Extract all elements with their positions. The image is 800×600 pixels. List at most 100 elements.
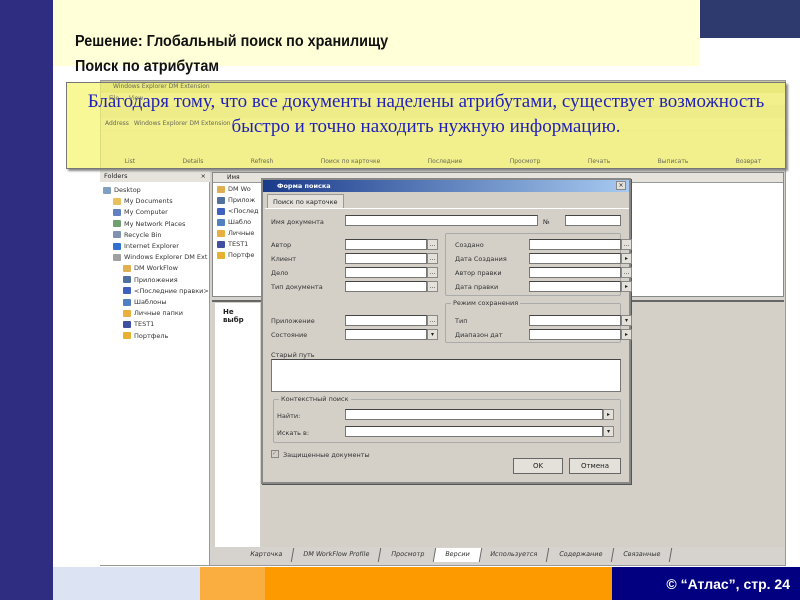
tree-item-label: <Последние правки> [134,286,209,295]
right-field-0-input[interactable] [529,239,621,250]
tree-item[interactable]: Desktop [103,186,141,194]
tab-3[interactable]: Версии [433,548,482,562]
list-item[interactable]: Прилож [217,196,255,204]
tree-item[interactable]: DM WorkFlow [123,264,178,272]
tree-item[interactable]: Recycle Bin [113,231,161,239]
left-field-1-input[interactable] [345,253,427,264]
arrow-right-icon[interactable]: ▸ [603,409,614,420]
protected-checkbox[interactable]: ✓ [271,450,279,458]
cancel-button[interactable]: Отмена [569,458,621,474]
context-search-label: Контекстный поиск [279,395,351,403]
ellipsis-icon[interactable]: … [427,253,438,264]
tree-item-label: Личные папки [134,309,184,318]
right-field-1-input[interactable] [529,253,621,264]
toolbar-checkout[interactable]: Выписать [658,158,689,165]
toolbar-view[interactable]: Просмотр [510,158,541,165]
tab-card-search[interactable]: Поиск по карточке [267,194,344,208]
doc-name-input[interactable] [345,215,538,226]
menu-file[interactable]: File [109,95,119,102]
tree-item-label: My Network Places [124,219,186,228]
chevron-down-icon[interactable]: ▾ [427,329,438,340]
chevron-down-icon[interactable]: ▾ [621,315,632,326]
tree-item-label: Recycle Bin [124,230,162,239]
list-item[interactable]: <Послед [217,207,259,215]
search-in-label: Искать в: [277,429,310,437]
find-label: Найти: [277,412,301,420]
toolbar-card-search[interactable]: Поиск по карточке [321,158,381,165]
folder-icon [123,298,131,306]
folder-icon [103,186,111,194]
left-field-0-input[interactable] [345,239,427,250]
tree-item[interactable]: <Последние правки> [123,287,209,295]
arrow-right-icon[interactable]: ▸ [621,281,632,292]
tree-item[interactable]: My Network Places [113,220,185,228]
tree-item[interactable]: Internet Explorer [113,242,179,250]
tree-item[interactable]: Windows Explorer DM Ext [113,253,207,261]
ellipsis-icon[interactable]: … [427,281,438,292]
slide-subtitle: Поиск по атрибутам [75,58,220,75]
toolbar-refresh[interactable]: Refresh [251,158,274,165]
ellipsis-icon[interactable]: … [427,315,438,326]
tree-item[interactable]: TEST1 [123,320,154,328]
state-input[interactable] [345,329,427,340]
list-item[interactable]: TEST1 [217,240,248,248]
toolbar-recent[interactable]: Последние [428,158,463,165]
tree-item-label: Шаблоны [134,298,167,306]
ellipsis-icon[interactable]: … [621,267,632,278]
folder-icon [113,220,121,228]
tree-item[interactable]: My Documents [113,197,173,205]
footer-band [265,567,612,600]
footer-band [53,567,200,600]
toolbar-list[interactable]: List [125,158,136,165]
left-field-3-input[interactable] [345,281,427,292]
ellipsis-icon[interactable]: … [427,239,438,250]
tab-2[interactable]: Просмотр [379,548,437,562]
date-range-input[interactable] [529,329,621,340]
page-footer: © “Атлас”, стр. 24 [612,567,800,600]
arrow-right-icon[interactable]: ▸ [621,253,632,264]
arrow-right-icon[interactable]: ▸ [621,329,632,340]
tree-item[interactable]: Портфель [123,332,168,340]
toolbar-print[interactable]: Печать [588,158,610,165]
menu-view[interactable]: View [129,95,143,102]
left-field-2-input[interactable] [345,267,427,278]
address-value[interactable]: Windows Explorer DM Extension [131,120,234,127]
type-input[interactable] [529,315,621,326]
old-path-label: Старый путь [271,351,315,359]
tab-5[interactable]: Содержание [547,548,615,562]
find-input[interactable] [345,409,603,420]
folder-icon [123,309,131,317]
close-icon[interactable]: × [616,181,626,190]
tree-item[interactable]: Шаблоны [123,298,166,306]
ellipsis-icon[interactable]: … [621,239,632,250]
ok-button[interactable]: OK [513,458,563,474]
old-path-input[interactable] [271,359,621,392]
list-item[interactable]: Шабло [217,218,251,226]
number-input[interactable] [565,215,621,226]
app-input[interactable] [345,315,427,326]
search-dialog: Форма поиска × Поиск по карточке Имя док… [261,178,632,484]
list-item-label: <Послед [228,207,259,215]
right-field-2-input[interactable] [529,267,621,278]
toolbar-details[interactable]: Details [183,158,204,165]
tab-6[interactable]: Связанные [611,548,673,562]
list-item-label: DM Wo [228,185,251,193]
tab-0[interactable]: Карточка [238,548,295,562]
search-in-select[interactable] [345,426,603,437]
chevron-down-icon[interactable]: ▾ [603,426,614,437]
toolbar-checkin[interactable]: Возврат [736,158,762,165]
ellipsis-icon[interactable]: … [427,267,438,278]
tab-4[interactable]: Используется [479,548,550,562]
right-field-3-input[interactable] [529,281,621,292]
tree-item-label: My Documents [124,197,173,206]
tree-item[interactable]: My Computer [113,208,168,216]
list-item-label: Прилож [228,196,256,204]
tree-item[interactable]: Личные папки [123,309,183,317]
tab-1[interactable]: DM WorkFlow Profile [292,548,382,562]
item-icon [217,196,225,204]
list-item[interactable]: Личные [217,229,254,237]
list-item[interactable]: Портфе [217,251,254,259]
list-item[interactable]: DM Wo [217,185,251,193]
close-icon[interactable]: × [201,172,206,180]
tree-item[interactable]: Приложения [123,276,178,284]
